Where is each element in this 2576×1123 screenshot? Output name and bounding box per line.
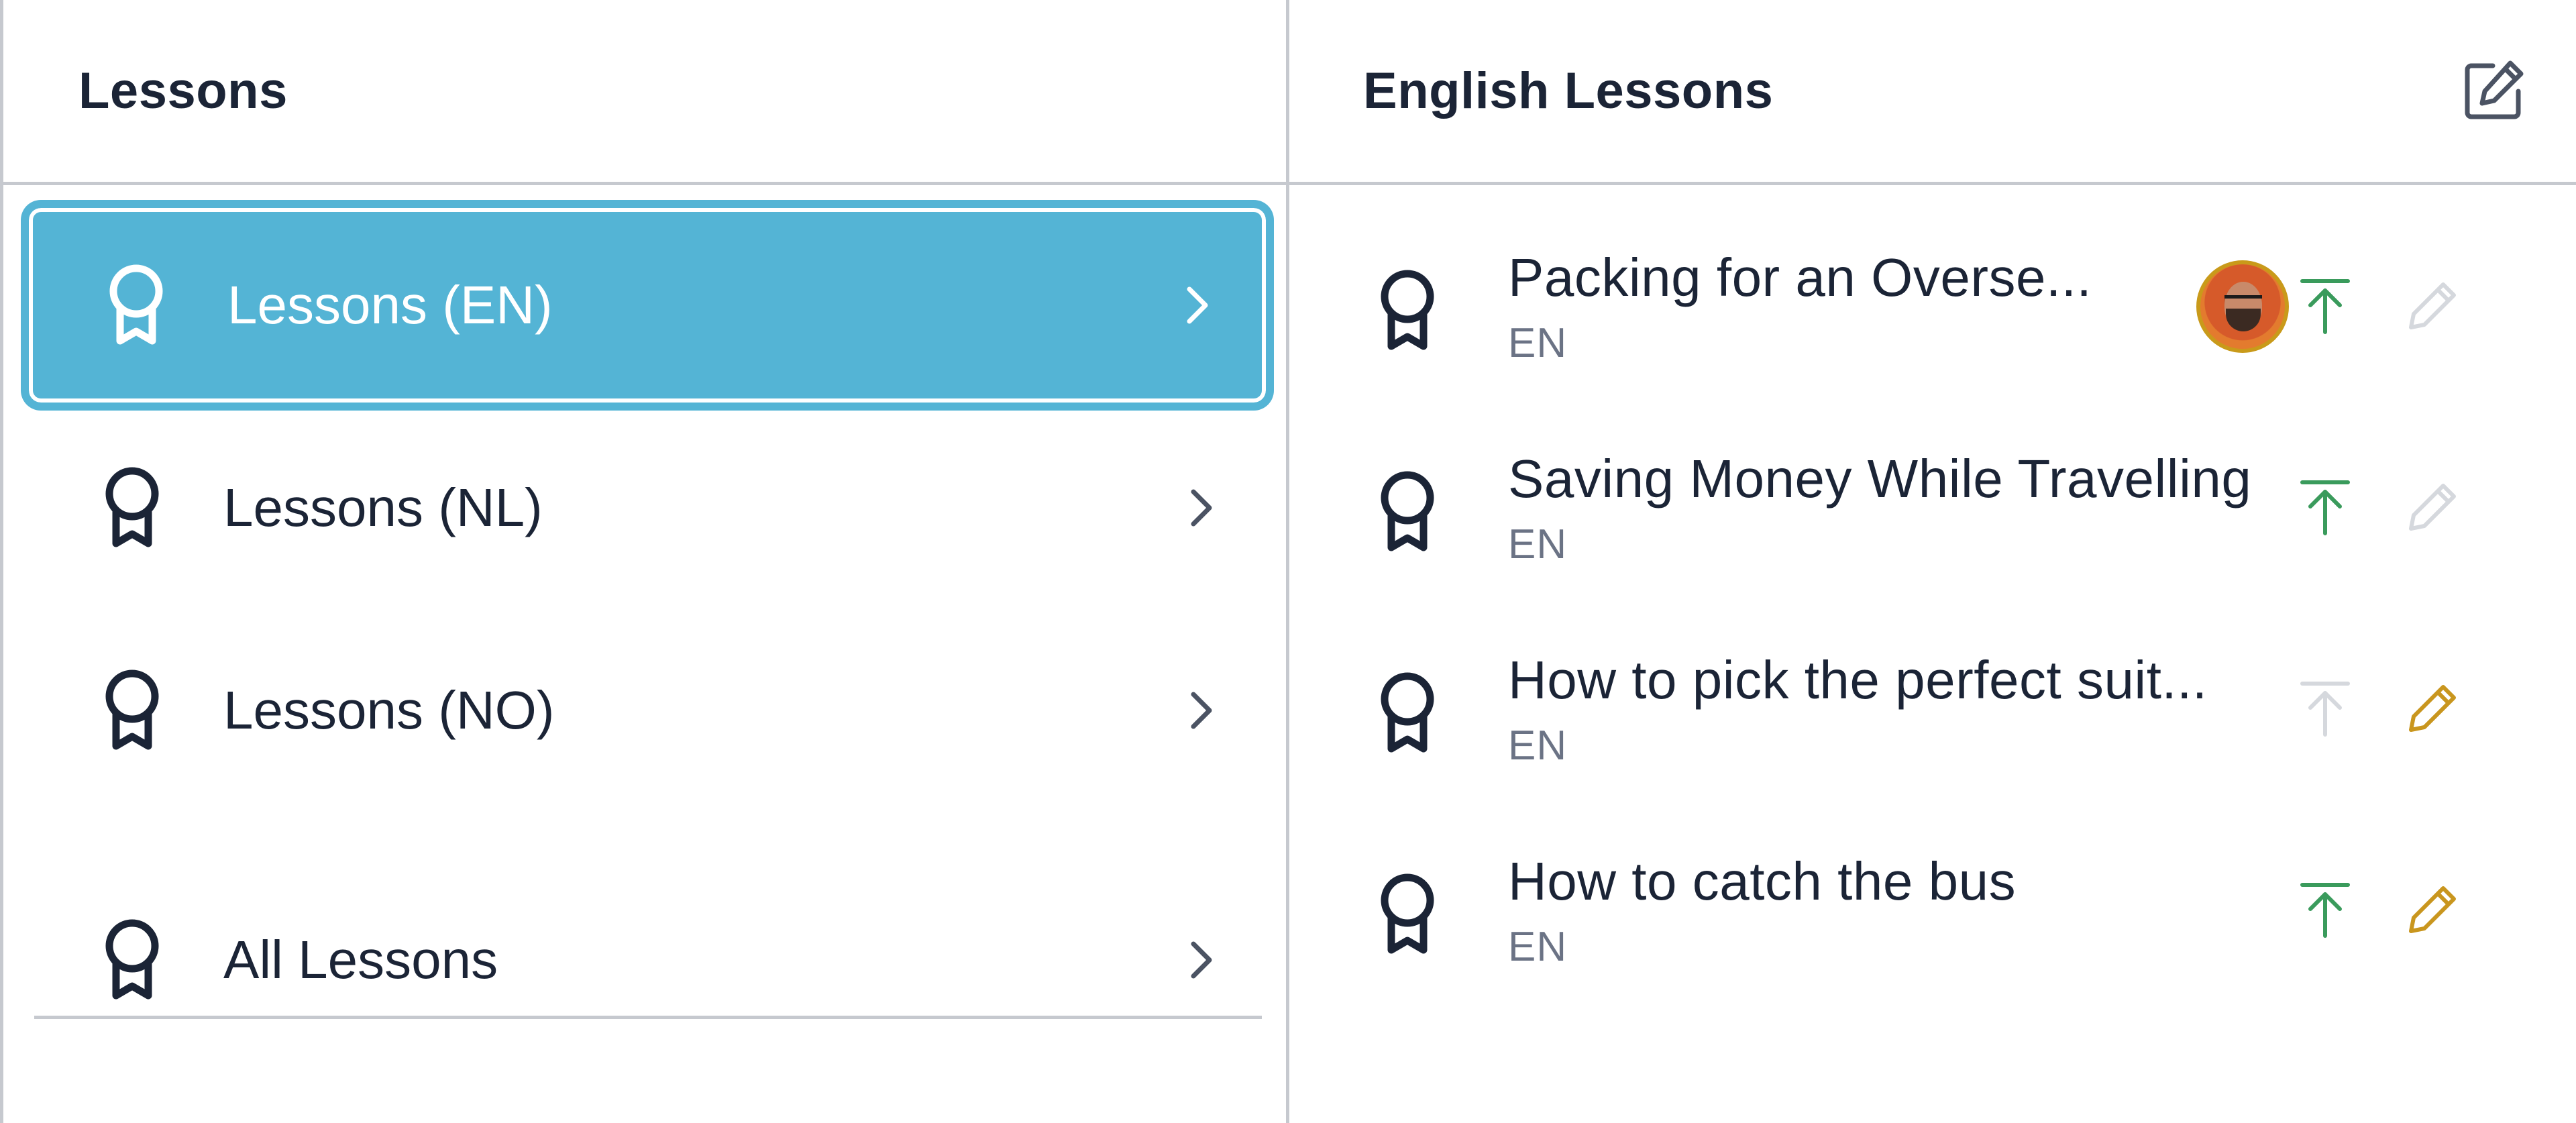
lesson-language: EN [1508, 320, 1568, 366]
edit-lesson-button[interactable] [2399, 274, 2466, 341]
lesson-row[interactable]: Packing for an Overse... EN [1289, 207, 2573, 408]
upload-icon [2298, 477, 2352, 541]
award-icon [99, 667, 166, 754]
award-icon [99, 916, 166, 1004]
publish-button[interactable] [2292, 877, 2359, 945]
award-icon [99, 464, 166, 551]
award-icon [1374, 670, 1441, 757]
edit-list-button[interactable] [2459, 56, 2529, 126]
publish-button[interactable] [2292, 274, 2359, 341]
lessons-nav-header: Lessons [3, 0, 1286, 185]
lesson-language: EN [1508, 521, 1568, 568]
lesson-list-header: English Lessons [1289, 0, 2576, 185]
nav-item-label: Lessons (NL) [223, 478, 543, 537]
publish-button[interactable] [2292, 676, 2359, 743]
upload-icon [2298, 879, 2352, 943]
lesson-list-title: English Lessons [1363, 62, 1774, 119]
chevron-right-icon [1177, 278, 1218, 332]
lesson-title: How to catch the bus [1508, 851, 2017, 911]
lesson-title: How to pick the perfect suit... [1508, 650, 2208, 710]
award-icon [1374, 468, 1441, 555]
lesson-title: Packing for an Overse... [1508, 248, 2092, 307]
chevron-right-icon [1181, 933, 1222, 987]
pencil-icon [2406, 279, 2459, 336]
nav-item-label: All Lessons [223, 930, 498, 990]
edit-lesson-button[interactable] [2399, 676, 2466, 743]
edit-lesson-button[interactable] [2399, 877, 2466, 945]
nav-item-label: Lessons (EN) [227, 275, 553, 335]
edit-square-icon [2462, 58, 2526, 125]
publish-button[interactable] [2292, 475, 2359, 542]
lesson-title: Saving Money While Travelling [1508, 449, 2252, 509]
award-icon [1374, 267, 1441, 354]
pencil-icon [2406, 480, 2459, 537]
nav-item-lessons-en[interactable]: Lessons (EN) [25, 204, 1270, 407]
chevron-right-icon [1181, 481, 1222, 535]
avatar [2196, 260, 2289, 353]
nav-item-label: Lessons (NO) [223, 680, 555, 740]
lesson-row[interactable]: How to catch the bus EN [1289, 810, 2573, 1012]
lessons-nav-pane: Lessons Lessons (EN) Lessons (NL) Lesson… [0, 0, 1289, 1123]
award-icon [1374, 871, 1441, 958]
upload-icon [2298, 276, 2352, 339]
lesson-language: EN [1508, 924, 1568, 970]
edit-lesson-button[interactable] [2399, 475, 2466, 542]
pencil-icon [2406, 682, 2459, 739]
award-icon [103, 262, 170, 349]
nav-item-all-lessons[interactable]: All Lessons [25, 859, 1270, 1061]
lessons-nav-title: Lessons [78, 62, 288, 119]
pencil-icon [2406, 883, 2459, 940]
lesson-language: EN [1508, 723, 1568, 769]
lesson-list-pane: English Lessons Packing for an Overse...… [1289, 0, 2576, 1123]
nav-item-lessons-no[interactable]: Lessons (NO) [25, 609, 1270, 812]
lesson-row[interactable]: Saving Money While Travelling EN [1289, 408, 2573, 609]
lessons-app: Lessons Lessons (EN) Lessons (NL) Lesson… [0, 0, 2576, 1123]
chevron-right-icon [1181, 684, 1222, 737]
lesson-row[interactable]: How to pick the perfect suit... EN [1289, 609, 2573, 810]
nav-item-lessons-nl[interactable]: Lessons (NL) [25, 407, 1270, 609]
upload-icon [2298, 678, 2352, 742]
